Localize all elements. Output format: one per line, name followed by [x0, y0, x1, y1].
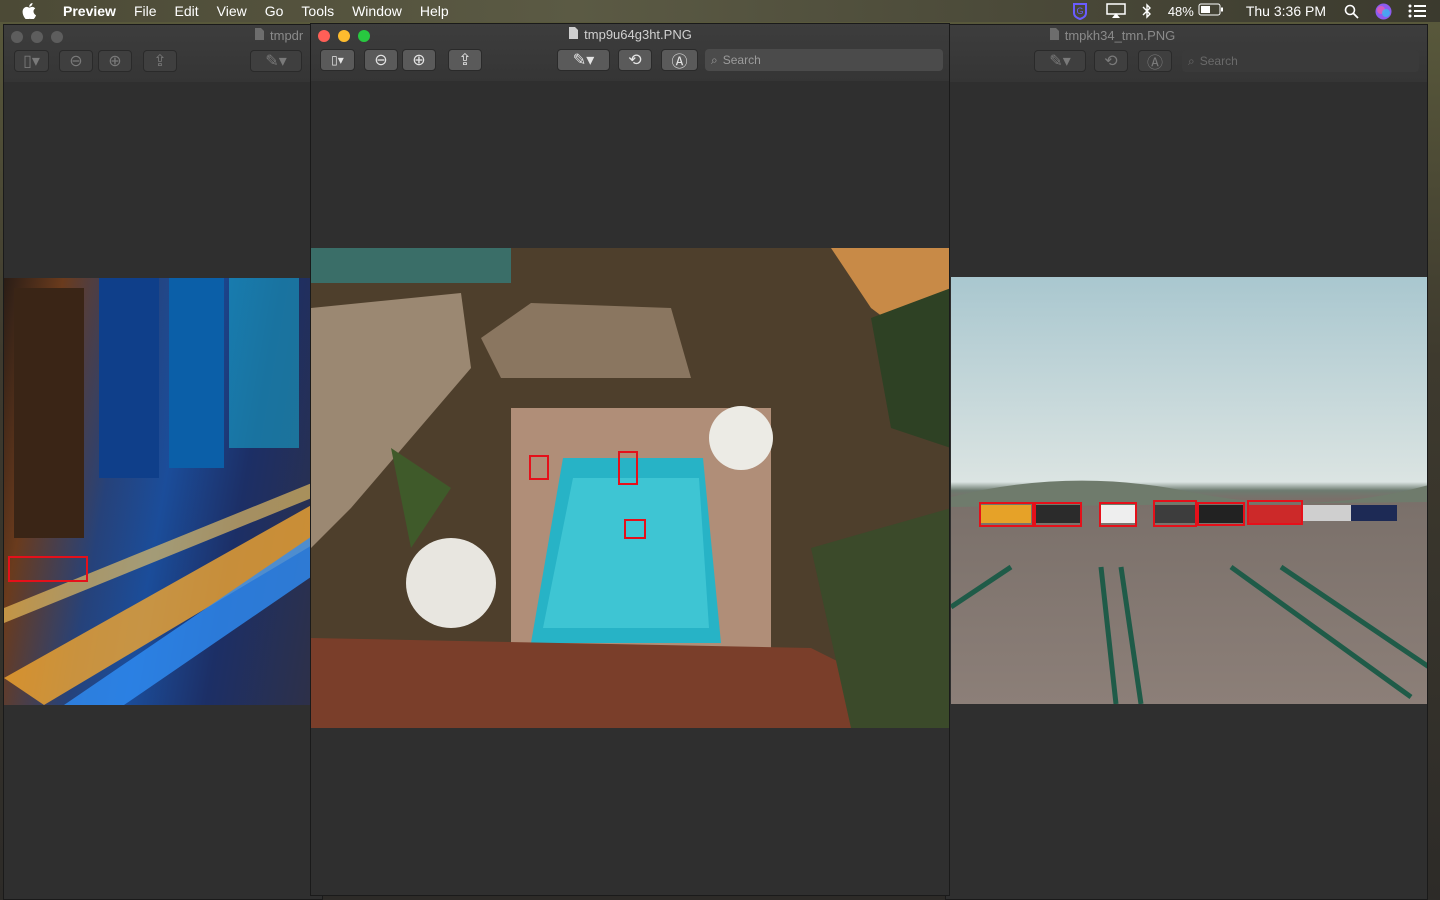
- control-center-icon[interactable]: [1408, 4, 1426, 18]
- bounding-box: [1153, 500, 1197, 527]
- bounding-box: [979, 502, 1034, 527]
- document-icon: [568, 27, 579, 42]
- rotate-button[interactable]: ⟲: [618, 49, 652, 71]
- markup-button[interactable]: ✎▾: [557, 49, 610, 71]
- zoom-in-button[interactable]: ⊕: [98, 50, 132, 72]
- bounding-box: [1247, 500, 1303, 525]
- zoom-in-icon: ⊕: [412, 52, 426, 69]
- annotate-button[interactable]: Ⓐ: [661, 49, 698, 71]
- menu-window[interactable]: Window: [343, 0, 411, 22]
- grammarly-icon[interactable]: G: [1070, 1, 1090, 21]
- document-icon: [1049, 28, 1059, 43]
- annotate-icon: Ⓐ: [1146, 55, 1163, 72]
- zoom-out-button[interactable]: ⊖: [59, 50, 93, 72]
- zoom-out-icon: ⊖: [374, 52, 388, 69]
- search-field[interactable]: ⌕ Search: [705, 49, 943, 71]
- document-area: [311, 81, 949, 895]
- sidebar-toggle-button[interactable]: ▯▾: [14, 50, 49, 72]
- menu-help[interactable]: Help: [411, 0, 458, 22]
- sidebar-toggle-icon: ▯▾: [331, 53, 344, 67]
- clock[interactable]: Thu 3:36 PM: [1246, 3, 1326, 19]
- search-field[interactable]: ⌕ Search: [1182, 50, 1419, 72]
- markup-pen-icon: ✎▾: [1049, 53, 1071, 70]
- share-icon: ⇪: [458, 52, 472, 69]
- window-toolbar: tmpdr ▯▾ ⊖ ⊕ ⇪ ✎▾: [4, 25, 322, 83]
- menu-bar: Preview File Edit View Go Tools Window H…: [0, 0, 1440, 22]
- bounding-box: [8, 556, 88, 582]
- bounding-box: [618, 451, 638, 485]
- zoom-in-icon: ⊕: [108, 53, 122, 70]
- menu-view[interactable]: View: [208, 0, 256, 22]
- apple-icon[interactable]: [18, 3, 40, 19]
- minimize-button[interactable]: [31, 31, 43, 43]
- window-controls: [11, 31, 63, 43]
- document-area: [946, 82, 1427, 899]
- image-parking-lot-cars: [951, 277, 1427, 704]
- annotate-icon: Ⓐ: [671, 54, 688, 71]
- bluetooth-icon[interactable]: [1142, 3, 1152, 19]
- document-icon: [254, 28, 264, 43]
- preview-window-right[interactable]: tmpkh34_tmn.PNG ✎▾ ⟲ Ⓐ ⌕ Search: [945, 24, 1428, 900]
- document-area: [4, 82, 322, 899]
- annotate-button[interactable]: Ⓐ: [1138, 50, 1172, 72]
- spotlight-icon[interactable]: [1344, 4, 1359, 19]
- battery-icon[interactable]: [1198, 3, 1224, 19]
- markup-button[interactable]: ✎▾: [250, 50, 302, 72]
- zoom-out-icon: ⊖: [69, 53, 83, 70]
- siri-icon[interactable]: [1375, 3, 1392, 20]
- preview-window-left[interactable]: tmpdr ▯▾ ⊖ ⊕ ⇪ ✎▾: [3, 24, 323, 900]
- bounding-box: [1197, 502, 1245, 526]
- window-title: tmpkh34_tmn.PNG: [946, 28, 1282, 43]
- window-title: tmp9u64g3ht.PNG: [311, 27, 949, 42]
- share-button[interactable]: ⇪: [143, 50, 177, 72]
- close-button[interactable]: [11, 31, 23, 43]
- share-icon: ⇪: [153, 53, 167, 70]
- window-toolbar: tmpkh34_tmn.PNG ✎▾ ⟲ Ⓐ ⌕ Search: [946, 25, 1427, 83]
- share-button[interactable]: ⇪: [448, 49, 482, 71]
- window-toolbar: tmp9u64g3ht.PNG ▯▾ ⊖ ⊕ ⇪ ✎▾ ⟲ Ⓐ ⌕ Search: [311, 24, 949, 82]
- menu-edit[interactable]: Edit: [166, 0, 208, 22]
- svg-text:G: G: [1076, 6, 1083, 16]
- search-icon: ⌕: [1188, 53, 1195, 68]
- rotate-button[interactable]: ⟲: [1094, 50, 1128, 72]
- sidebar-toggle-icon: ▯▾: [23, 53, 40, 70]
- menu-app-name[interactable]: Preview: [54, 0, 125, 22]
- markup-button[interactable]: ✎▾: [1034, 50, 1086, 72]
- battery-percent: 48%: [1167, 3, 1194, 19]
- zoom-out-button[interactable]: ⊖: [364, 49, 398, 71]
- sidebar-toggle-button[interactable]: ▯▾: [320, 49, 355, 71]
- menu-file[interactable]: File: [125, 0, 166, 22]
- markup-pen-icon: ✎▾: [265, 53, 287, 70]
- bounding-box: [1099, 502, 1137, 527]
- zoom-button[interactable]: [51, 31, 63, 43]
- preview-window-center[interactable]: tmp9u64g3ht.PNG ▯▾ ⊖ ⊕ ⇪ ✎▾ ⟲ Ⓐ ⌕ Search: [310, 23, 950, 896]
- rotate-icon: ⟲: [628, 52, 642, 69]
- image-resort-pool: [311, 248, 949, 728]
- airplay-icon[interactable]: [1106, 3, 1126, 19]
- image-city-night: [4, 278, 322, 705]
- menu-tools[interactable]: Tools: [292, 0, 343, 22]
- markup-pen-icon: ✎▾: [572, 52, 595, 69]
- window-title: tmpdr: [254, 28, 303, 43]
- bounding-box: [1034, 502, 1082, 527]
- search-icon: ⌕: [711, 52, 718, 67]
- menu-go[interactable]: Go: [256, 0, 293, 22]
- bounding-box: [624, 519, 646, 539]
- rotate-icon: ⟲: [1104, 53, 1118, 70]
- bounding-box: [529, 455, 549, 480]
- zoom-in-button[interactable]: ⊕: [402, 49, 436, 71]
